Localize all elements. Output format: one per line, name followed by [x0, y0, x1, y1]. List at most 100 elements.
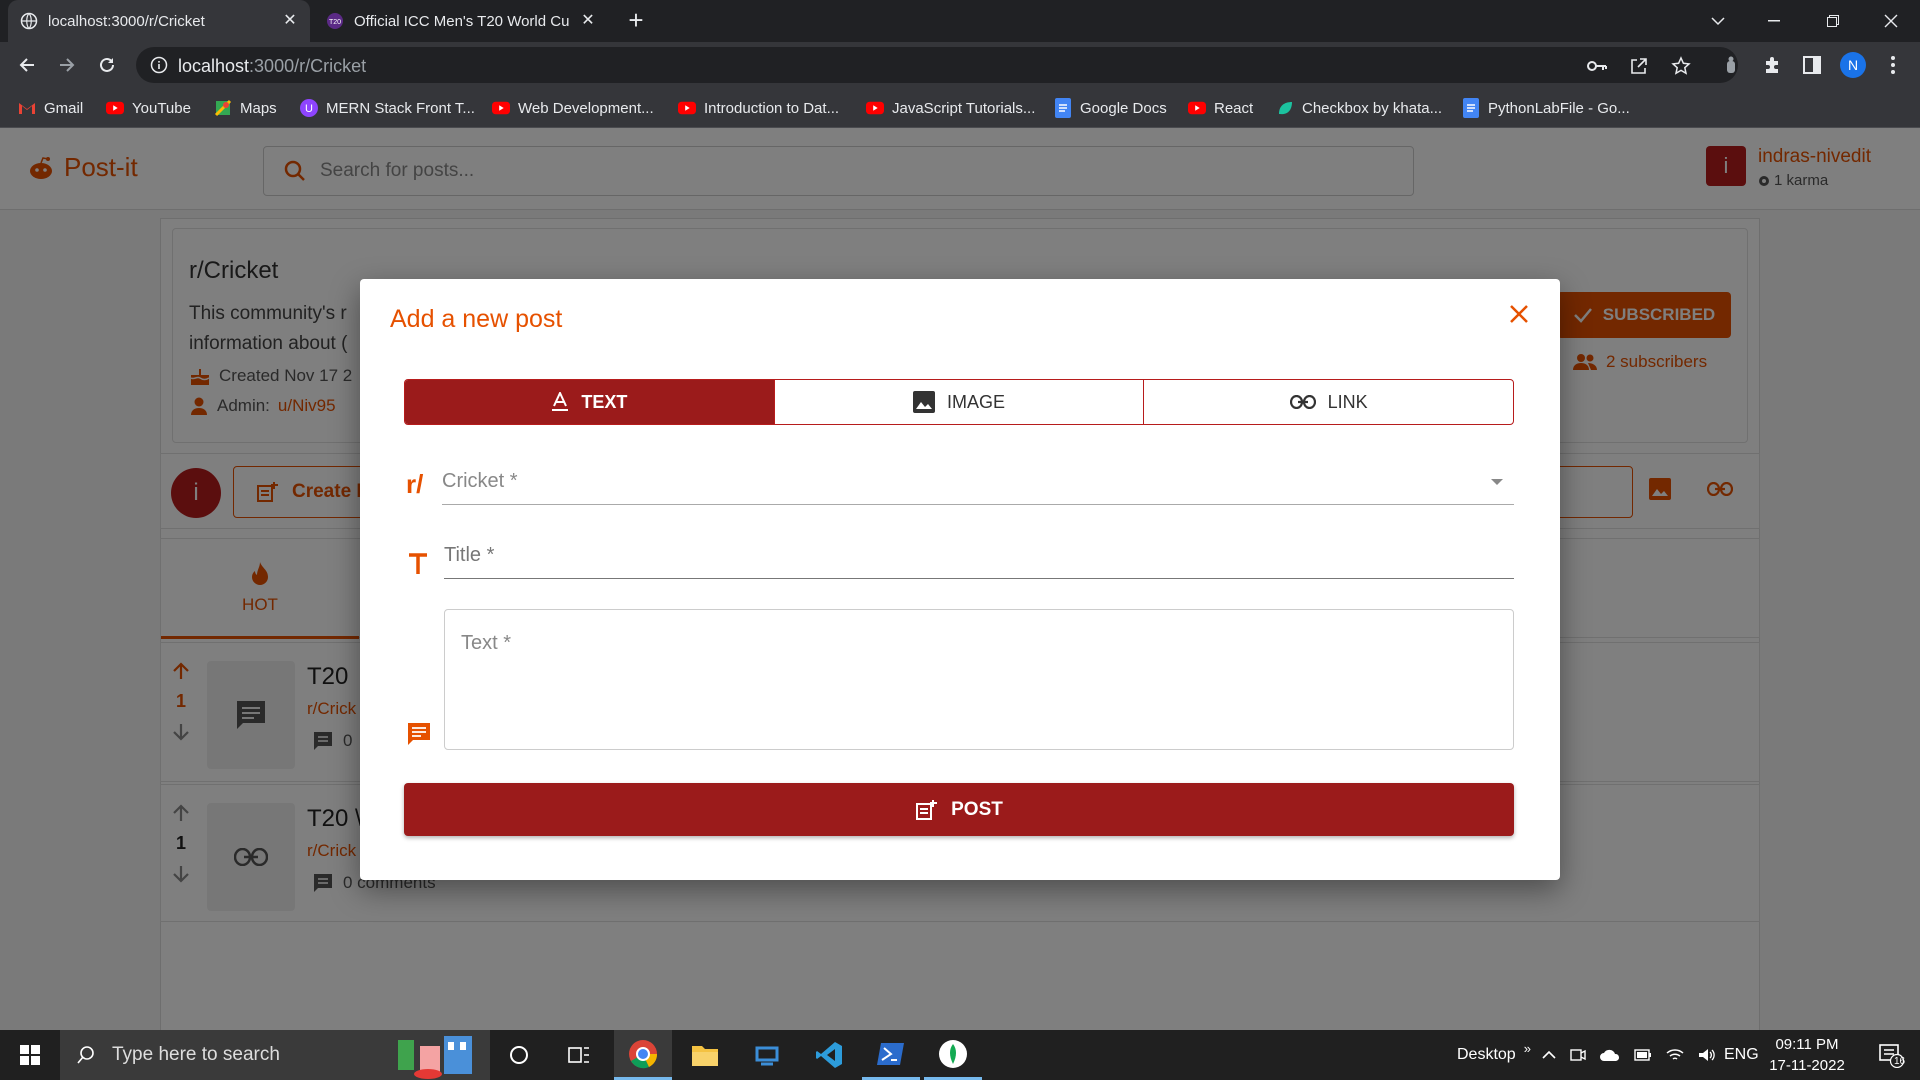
text-message-icon	[408, 723, 430, 745]
close-window-button[interactable]	[1868, 0, 1914, 42]
new-tab-button[interactable]: +	[623, 7, 649, 34]
forward-button[interactable]	[52, 50, 82, 80]
docs-icon	[1462, 98, 1480, 118]
subreddit-placeholder: Cricket *	[442, 470, 518, 492]
tab-icc-t20[interactable]: T20 Official ICC Men's T20 World Cup ✕	[314, 0, 608, 42]
svg-text:T20: T20	[329, 19, 341, 26]
leaf-icon	[1276, 99, 1294, 117]
bookmark-mern[interactable]: U MERN Stack Front T...	[300, 96, 475, 120]
subreddit-prefix: r/	[406, 469, 424, 499]
post-button[interactable]: POST	[404, 783, 1514, 836]
title-input[interactable]: Title *	[444, 533, 1514, 579]
taskbar-search-placeholder: Type here to search	[112, 1044, 280, 1065]
restore-button[interactable]	[1810, 0, 1856, 42]
bookmark-js-tutorials[interactable]: JavaScript Tutorials...	[866, 96, 1035, 120]
docs-icon	[1054, 98, 1072, 118]
bookmark-checkbox[interactable]: Checkbox by khata...	[1276, 96, 1442, 120]
close-icon[interactable]	[1508, 303, 1530, 325]
chrome-taskbar-icon[interactable]	[614, 1030, 672, 1080]
notifications-icon[interactable]: 16	[1862, 1030, 1920, 1080]
dialog-title: Add a new post	[390, 305, 563, 333]
site-info-icon[interactable]	[150, 56, 168, 74]
tab-title: localhost:3000/r/Cricket	[48, 12, 205, 30]
post-type-toggle: TEXT IMAGE LINK	[404, 379, 1514, 425]
battery-icon	[1634, 1049, 1651, 1061]
url-text: localhost:3000/r/Cricket	[178, 56, 367, 76]
tab-text[interactable]: TEXT	[405, 380, 775, 424]
bookmark-react[interactable]: React	[1188, 96, 1253, 120]
star-bookmark-icon[interactable]	[1670, 55, 1692, 77]
system-tray-icons[interactable]	[1542, 1030, 1716, 1080]
bookmark-google-docs[interactable]: Google Docs	[1054, 96, 1167, 120]
text-placeholder: Text *	[461, 632, 512, 654]
tab-title: Official ICC Men's T20 World Cup	[354, 12, 570, 30]
extensions-puzzle-icon[interactable]	[1757, 50, 1787, 80]
tab-search-chevron-icon[interactable]	[1695, 0, 1741, 42]
close-tab-icon[interactable]: ✕	[282, 13, 298, 29]
wifi-icon	[1666, 1049, 1684, 1060]
svg-text:U: U	[305, 103, 313, 115]
bookmark-intro-data[interactable]: Introduction to Dat...	[678, 96, 839, 120]
tab-localhost[interactable]: localhost:3000/r/Cricket ✕	[8, 0, 310, 42]
youtube-icon	[1188, 99, 1206, 117]
bookmark-youtube[interactable]: YouTube	[106, 96, 191, 120]
youtube-icon	[106, 99, 124, 117]
clock[interactable]: 09:11 PM 17-11-2022	[1764, 1034, 1850, 1076]
text-input[interactable]: Text *	[444, 609, 1514, 750]
meet-now-icon	[1570, 1049, 1586, 1061]
reload-button[interactable]	[92, 50, 122, 80]
address-bar[interactable]: localhost:3000/r/Cricket	[136, 47, 1738, 83]
bookmark-pythonlab[interactable]: PythonLabFile - Go...	[1462, 96, 1630, 120]
browser-tab-strip: localhost:3000/r/Cricket ✕ T20 Official …	[0, 0, 1920, 42]
title-placeholder: Title *	[444, 544, 495, 566]
menu-kebab-icon[interactable]	[1878, 50, 1908, 80]
mongodb-compass-icon[interactable]	[924, 1030, 982, 1080]
bookmark-gmail[interactable]: Gmail	[18, 96, 83, 120]
file-explorer-icon[interactable]	[676, 1030, 734, 1080]
bookmark-webdev[interactable]: Web Development...	[492, 96, 654, 120]
onedrive-cloud-icon	[1600, 1049, 1620, 1061]
mern-icon: U	[300, 99, 318, 117]
subreddit-select[interactable]: Cricket *	[442, 459, 1514, 505]
profile-avatar[interactable]: N	[1838, 50, 1868, 80]
desktop-toolbar[interactable]: Desktop»	[1457, 1030, 1531, 1080]
powershell-icon[interactable]	[862, 1030, 920, 1080]
youtube-icon	[866, 99, 884, 117]
task-view-icon[interactable]	[550, 1030, 608, 1080]
search-highlight-image	[398, 1036, 472, 1079]
taskbar-search[interactable]: Type here to search	[60, 1030, 490, 1080]
key-icon[interactable]	[1586, 55, 1608, 77]
notification-count: 16	[1894, 1056, 1906, 1067]
browser-toolbar: localhost:3000/r/Cricket N	[0, 42, 1920, 88]
vscode-icon[interactable]	[800, 1030, 858, 1080]
maps-icon	[214, 99, 232, 117]
search-icon	[77, 1046, 94, 1064]
back-button[interactable]	[12, 50, 42, 80]
tab-image[interactable]: IMAGE	[775, 380, 1145, 424]
cortana-icon[interactable]	[490, 1030, 548, 1080]
input-language[interactable]: ENG	[1724, 1030, 1759, 1080]
image-icon	[913, 391, 935, 413]
icc-logo-icon: T20	[327, 13, 343, 29]
chevron-up-icon	[1542, 1050, 1556, 1059]
bookmark-maps[interactable]: Maps	[214, 96, 277, 120]
side-panel-icon[interactable]	[1797, 50, 1827, 80]
bookmarks-bar: Gmail YouTube Maps U MERN Stack Front T..…	[0, 88, 1920, 128]
tab-link[interactable]: LINK	[1144, 380, 1513, 424]
remote-app-icon[interactable]	[738, 1030, 796, 1080]
post-add-icon	[916, 799, 938, 820]
link-icon	[1289, 395, 1316, 409]
youtube-icon	[492, 99, 510, 117]
share-icon[interactable]	[1628, 55, 1650, 77]
windows-logo-icon	[20, 1045, 40, 1065]
title-icon	[409, 553, 427, 574]
dropdown-arrow-icon	[1491, 478, 1503, 485]
windows-taskbar: Type here to search Desktop» ENG 09:11 P…	[0, 1030, 1920, 1080]
text-format-icon	[552, 392, 569, 411]
minimize-button[interactable]	[1751, 0, 1797, 42]
globe-icon	[20, 12, 38, 30]
close-tab-icon[interactable]: ✕	[580, 13, 596, 29]
volume-icon	[1699, 1049, 1715, 1061]
windows-start-button[interactable]	[0, 1030, 60, 1080]
extension-icon[interactable]	[1716, 50, 1746, 80]
